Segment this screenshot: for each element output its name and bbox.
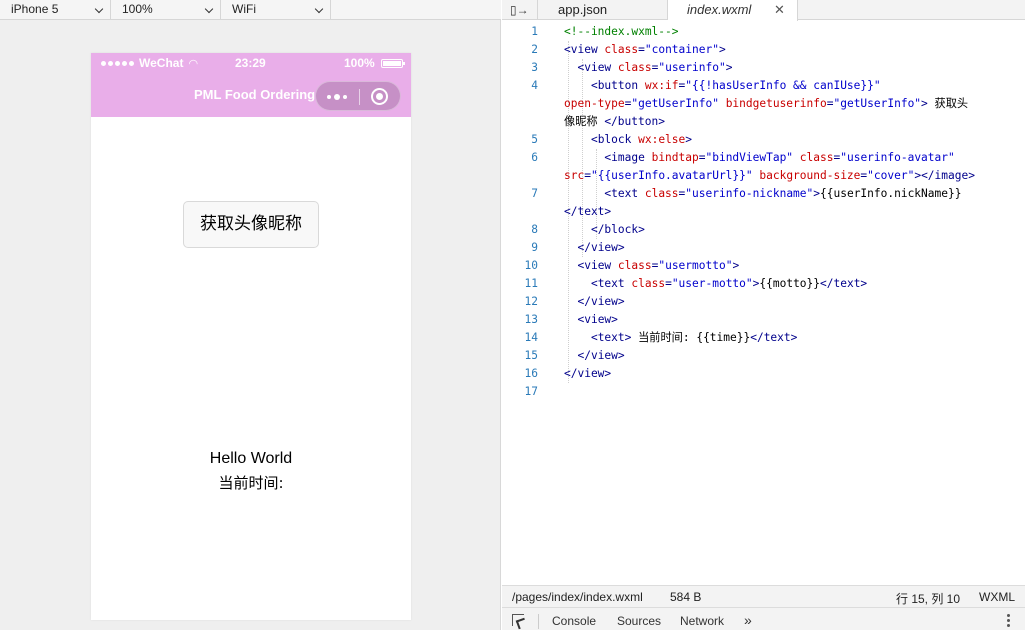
phone-status-bar: WeChat ◠ 23:29 100% (91, 53, 411, 73)
file-size: 584 B (670, 590, 702, 604)
line-number: 10 (524, 259, 538, 272)
code-line: </view> (564, 367, 612, 380)
code-line: <text> 当前时间: {{time}}</text> (590, 331, 798, 344)
code-line: <text class="user-motto">{{motto}}</text… (590, 277, 868, 290)
code-line: </view> (577, 295, 625, 308)
line-number: 2 (531, 43, 538, 56)
capsule-divider (359, 89, 360, 105)
phone-header: WeChat ◠ 23:29 100% PML Food Ordering (91, 53, 411, 117)
line-number: 9 (531, 241, 538, 254)
get-userinfo-button[interactable]: 获取头像昵称 (183, 201, 319, 248)
code-line: src="{{userInfo.avatarUrl}}" background-… (564, 169, 975, 182)
line-number: 6 (531, 151, 538, 164)
network-select[interactable]: WiFi (221, 0, 331, 20)
devtools-divider (538, 614, 539, 629)
signal-dot-icon (101, 60, 106, 66)
line-number: 1 (531, 25, 538, 38)
code-line: 像昵称 </button> (564, 115, 665, 128)
line-number: 4 (531, 79, 538, 92)
chevron-down-icon (314, 4, 324, 14)
code-line: <view class="container"> (564, 43, 726, 56)
line-number: 14 (524, 331, 538, 344)
close-miniprogram-icon[interactable] (371, 88, 388, 105)
close-tab-icon[interactable]: ✕ (774, 0, 785, 19)
signal-dot-icon (122, 60, 127, 66)
line-number: 5 (531, 133, 538, 146)
user-motto: Hello World (209, 450, 293, 467)
code-line: <image bindtap="bindViewTap" class="user… (604, 151, 955, 164)
tab-label: index.wxml (687, 2, 752, 17)
editor-tab-bar: ▯→ app.json index.wxml ✕ (502, 0, 1025, 21)
chevron-down-icon (94, 4, 104, 14)
line-number: 12 (524, 295, 538, 308)
phone-screen: WeChat ◠ 23:29 100% PML Food Ordering 获取… (91, 53, 411, 620)
signal-dot-icon (129, 60, 134, 66)
device-select-label: iPhone 5 (11, 2, 59, 16)
code-line: </block> (590, 223, 645, 236)
line-number: 8 (531, 223, 538, 236)
simulator-panel: iPhone 5 100% WiFi WeChat ◠ 23:29 100% P… (0, 0, 501, 630)
code-line: </view> (577, 241, 625, 254)
code-line: </view> (577, 349, 625, 362)
network-select-label: WiFi (232, 2, 256, 16)
device-select[interactable]: iPhone 5 (0, 0, 111, 20)
nav-title: PML Food Ordering (194, 87, 316, 102)
line-number: 16 (524, 367, 538, 380)
cursor-position[interactable]: 行 15, 列 10 (896, 590, 960, 607)
wifi-icon: ◠ (188, 57, 199, 70)
code-line: </text> (564, 205, 612, 218)
menu-capsule (315, 81, 401, 111)
kebab-menu-icon[interactable] (1007, 614, 1010, 627)
editor-panel: ▯→ app.json index.wxml ✕ 1 2 3 4 5 6 7 8… (502, 0, 1025, 630)
tab-console[interactable]: Console (552, 614, 596, 628)
code-line: <block wx:else> (590, 133, 693, 146)
tab-app-json[interactable]: app.json (537, 0, 668, 20)
tab-sources[interactable]: Sources (617, 614, 661, 628)
code-line: <view class="userinfo"> (577, 61, 733, 74)
line-number: 15 (524, 349, 538, 362)
code-line: <text class="userinfo-nickname">{{userIn… (604, 187, 962, 200)
current-time-text: 当前时间: (218, 474, 284, 492)
line-number: 3 (531, 61, 538, 74)
battery-percent: 100% (344, 56, 375, 70)
tab-network[interactable]: Network (680, 614, 724, 628)
line-number: 11 (524, 277, 538, 290)
line-number: 17 (524, 385, 538, 398)
code-line: <!--index.wxml--> (564, 25, 679, 38)
battery-icon (381, 59, 405, 68)
line-number: 7 (531, 187, 538, 200)
carrier: WeChat ◠ (101, 56, 198, 70)
tab-label: app.json (558, 2, 608, 17)
file-path: /pages/index/index.wxml (512, 590, 643, 604)
carrier-label: WeChat (139, 56, 184, 70)
simulator-toolbar: iPhone 5 100% WiFi (0, 0, 501, 20)
signal-dot-icon (115, 60, 120, 66)
code-line: <view class="usermotto"> (577, 259, 740, 272)
language-mode[interactable]: WXML (979, 590, 1015, 604)
code-line: <button wx:if="{{!hasUserInfo && canIUse… (590, 79, 881, 92)
code-line: <view> (577, 313, 618, 326)
line-number: 13 (524, 313, 538, 326)
inspect-element-icon[interactable] (512, 614, 524, 626)
tab-index-wxml[interactable]: index.wxml ✕ (668, 0, 798, 21)
sidebar-toggle-icon[interactable]: ▯→ (510, 3, 529, 17)
devtools-bar: Console Sources Network » (502, 607, 1025, 630)
signal-dot-icon (108, 60, 113, 66)
status-time: 23:29 (235, 56, 266, 70)
code-line: open-type="getUserInfo" bindgetuserinfo=… (564, 97, 969, 110)
editor-status-bar: /pages/index/index.wxml 584 B 行 15, 列 10… (502, 585, 1025, 607)
more-icon[interactable] (327, 94, 347, 100)
zoom-select[interactable]: 100% (111, 0, 221, 20)
zoom-select-label: 100% (122, 2, 153, 16)
more-tabs-icon[interactable]: » (744, 612, 752, 628)
chevron-down-icon (204, 4, 214, 14)
